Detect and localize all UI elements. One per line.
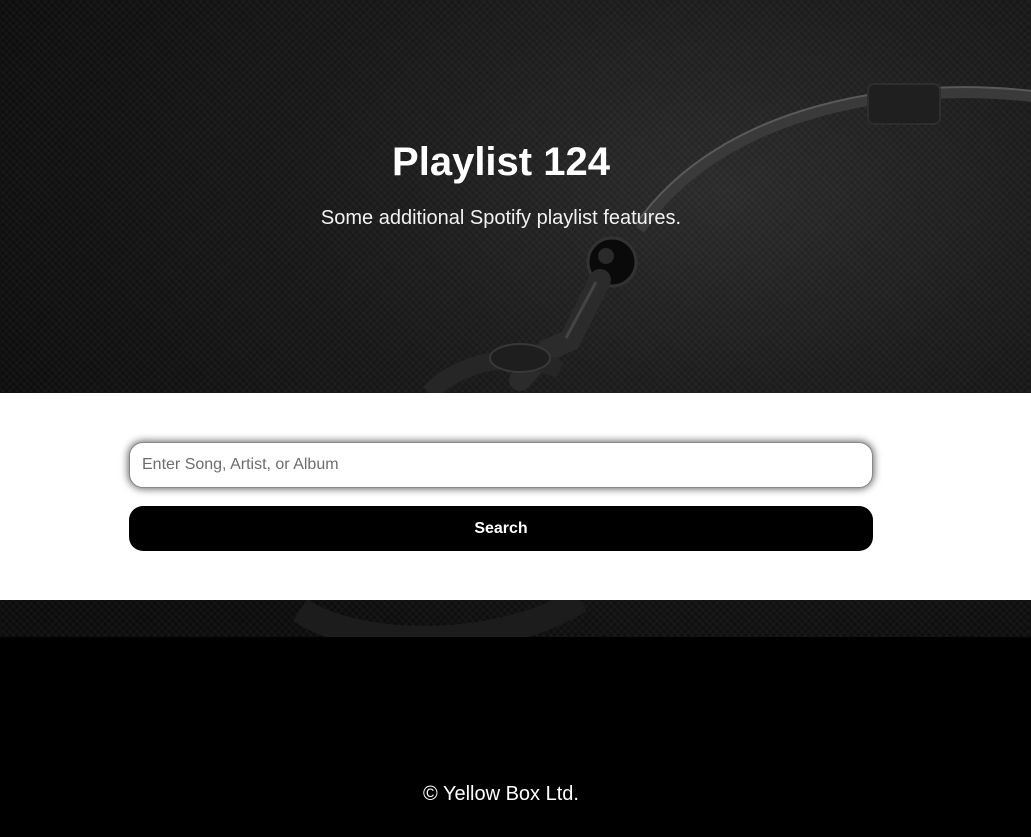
footer: © Yellow Box Ltd. xyxy=(0,637,1031,837)
page-title: Playlist 124 xyxy=(392,140,610,184)
page: Playlist 124 Some additional Spotify pla… xyxy=(0,0,1031,837)
search-input[interactable] xyxy=(129,442,873,488)
search-panel: Search xyxy=(0,393,1031,600)
page-subtitle: Some additional Spotify playlist feature… xyxy=(320,207,682,229)
footer-copyright: © Yellow Box Ltd. xyxy=(423,783,579,805)
search-button[interactable]: Search xyxy=(129,506,873,551)
